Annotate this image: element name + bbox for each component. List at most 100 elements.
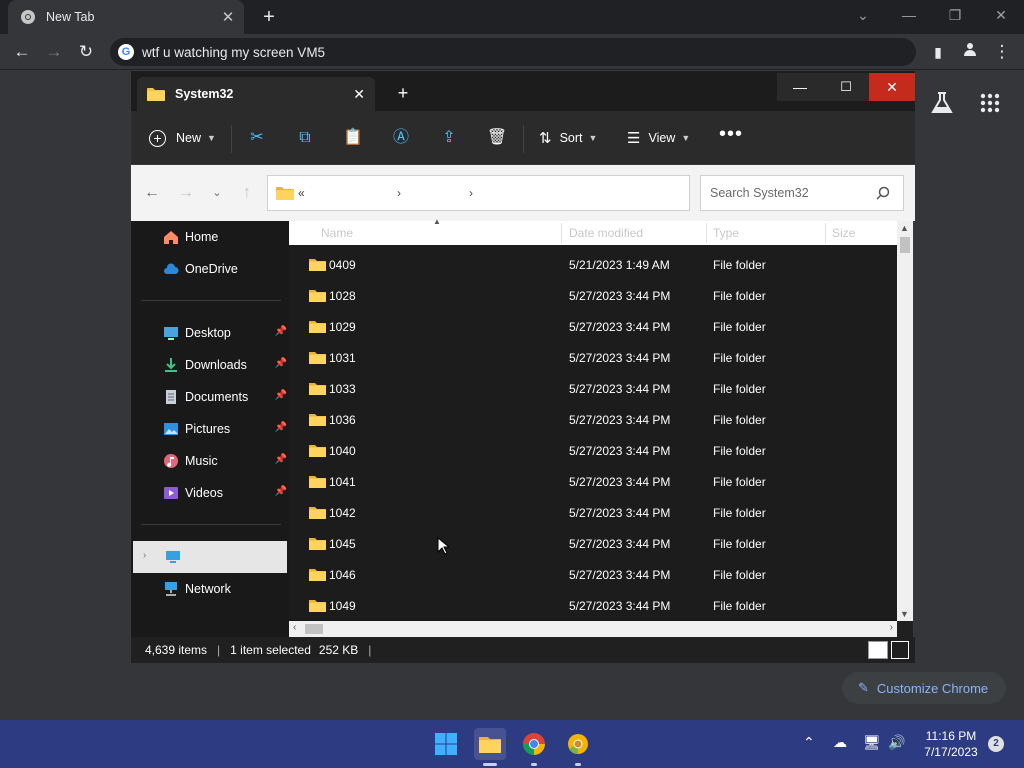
breadcrumb-separator-icon[interactable]: › (397, 186, 401, 200)
breadcrumb-separator-icon[interactable]: › (469, 186, 473, 200)
table-row[interactable]: 1033 5/27/2023 3:44 PM File folder (289, 373, 897, 404)
column-divider[interactable] (561, 223, 562, 243)
nav-item-pictures[interactable]: Pictures 📌 (163, 417, 287, 441)
tab-search-chevron-icon[interactable]: ⌄ (840, 0, 886, 30)
scroll-left-icon[interactable]: ‹ (293, 622, 296, 633)
scroll-thumb[interactable] (305, 624, 323, 634)
pin-icon[interactable]: 📌 (275, 486, 287, 497)
address-bar[interactable]: « › › (267, 175, 690, 211)
table-row[interactable]: 1049 5/27/2023 3:44 PM File folder (289, 590, 897, 619)
details-view-icon[interactable] (868, 641, 888, 659)
rename-icon[interactable]: Ⓐ (390, 127, 412, 149)
notification-badge[interactable]: 2 (988, 736, 1004, 752)
pin-icon[interactable]: 📌 (275, 326, 287, 337)
copy-icon[interactable]: ⧉ (294, 127, 316, 149)
start-button[interactable] (430, 728, 462, 760)
profile-icon[interactable] (958, 40, 982, 64)
chrome-tab-new-tab[interactable]: New Tab ✕ (8, 0, 244, 34)
recent-locations-chevron-icon[interactable]: ⌄ (207, 183, 227, 203)
column-divider[interactable] (825, 223, 826, 243)
explorer-minimize-button[interactable]: — (777, 73, 823, 101)
volume-icon[interactable]: 🔊 (888, 734, 905, 751)
nav-item-this-pc[interactable] (133, 541, 287, 573)
nav-item-home[interactable]: Home (163, 225, 287, 249)
file-date: 5/27/2023 3:44 PM (569, 351, 671, 365)
reload-button[interactable]: ↻ (74, 40, 98, 64)
scroll-right-icon[interactable]: › (890, 622, 893, 633)
view-button[interactable]: ☰ View ▼ (627, 125, 690, 151)
delete-icon[interactable]: 🗑 (486, 127, 508, 149)
scroll-down-icon[interactable]: ▼ (900, 609, 909, 619)
forward-arrow-icon[interactable]: → (176, 183, 196, 203)
back-button[interactable]: ← (10, 40, 34, 64)
nav-item-network[interactable]: Network (163, 577, 287, 601)
pin-icon[interactable]: 📌 (275, 422, 287, 433)
pin-icon[interactable]: 📌 (275, 390, 287, 401)
table-row[interactable]: 1041 5/27/2023 3:44 PM File folder (289, 466, 897, 497)
show-hidden-icons-chevron-icon[interactable]: ⌃ (803, 734, 815, 751)
table-row[interactable]: 1045 5/27/2023 3:44 PM File folder (289, 528, 897, 559)
close-icon[interactable]: ✕ (353, 86, 365, 103)
column-divider[interactable] (706, 223, 707, 243)
new-tab-button[interactable]: + (256, 4, 282, 30)
pin-icon[interactable]: 📌 (275, 454, 287, 465)
close-icon[interactable]: ✕ (218, 8, 238, 26)
table-row[interactable]: 1031 5/27/2023 3:44 PM File folder (289, 342, 897, 373)
sort-button[interactable]: ⇅ Sort ▼ (539, 125, 597, 151)
onedrive-tray-icon[interactable]: ☁ (833, 734, 847, 751)
back-arrow-icon[interactable]: ← (142, 183, 162, 203)
table-row[interactable]: 0409 5/21/2023 1:49 AM File folder (289, 249, 897, 280)
nav-divider (141, 300, 281, 301)
explorer-tab-system32[interactable]: System32 ✕ (137, 77, 375, 111)
table-row[interactable]: 1029 5/27/2023 3:44 PM File folder (289, 311, 897, 342)
more-options-icon[interactable]: ••• (719, 123, 743, 146)
close-window-button[interactable]: ✕ (978, 0, 1024, 30)
network-tray-icon[interactable]: 🖥 (863, 734, 881, 751)
omnibox[interactable]: G wtf u watching my screen VM5 (110, 38, 916, 66)
clock[interactable]: 11:16 PM 7/17/2023 (916, 728, 986, 760)
explorer-close-button[interactable]: ✕ (869, 73, 915, 101)
column-size[interactable]: Size (832, 226, 855, 240)
scroll-thumb[interactable] (900, 237, 910, 253)
forward-button[interactable]: → (42, 40, 66, 64)
google-apps-icon[interactable] (980, 93, 1000, 113)
column-type[interactable]: Type (713, 226, 739, 240)
nav-item-music[interactable]: Music 📌 (163, 449, 287, 473)
taskbar-file-explorer[interactable] (474, 728, 506, 766)
scroll-up-icon[interactable]: ▲ (900, 223, 909, 233)
search-input[interactable]: Search System32 (700, 175, 904, 211)
new-button[interactable]: + New ▼ (149, 125, 216, 151)
table-row[interactable]: 1036 5/27/2023 3:44 PM File folder (289, 404, 897, 435)
restore-button[interactable]: ❐ (932, 0, 978, 30)
pin-icon[interactable]: 📌 (275, 358, 287, 369)
paste-icon[interactable]: 📋 (342, 127, 364, 149)
column-name[interactable]: Name (321, 226, 353, 240)
minimize-button[interactable]: — (886, 0, 932, 30)
chrome-labs-icon[interactable] (929, 90, 955, 116)
explorer-maximize-button[interactable]: ☐ (823, 73, 869, 101)
large-icons-view-icon[interactable] (891, 641, 909, 659)
table-row[interactable]: 1042 5/27/2023 3:44 PM File folder (289, 497, 897, 528)
chevron-right-icon[interactable]: › (143, 550, 146, 561)
horizontal-scrollbar[interactable]: ‹ › (289, 621, 897, 637)
explorer-new-tab-button[interactable]: + (393, 83, 413, 104)
nav-item-downloads[interactable]: Downloads 📌 (163, 353, 287, 377)
nav-item-documents[interactable]: Documents 📌 (163, 385, 287, 409)
share-icon[interactable]: ⇪ (438, 127, 460, 149)
vertical-scrollbar[interactable]: ▲ ▼ (897, 221, 913, 621)
cut-icon[interactable]: ✂ (246, 127, 268, 149)
taskbar-chrome-canary[interactable] (562, 728, 594, 766)
nav-item-onedrive[interactable]: OneDrive (163, 257, 287, 281)
table-row[interactable]: 1040 5/27/2023 3:44 PM File folder (289, 435, 897, 466)
chrome-menu-icon[interactable]: ⋮ (990, 40, 1014, 64)
side-panel-icon[interactable]: ▮ (926, 40, 950, 64)
column-date-modified[interactable]: Date modified (569, 226, 643, 240)
up-arrow-icon[interactable]: ↑ (237, 183, 257, 203)
taskbar-chrome[interactable] (518, 728, 550, 766)
table-row[interactable]: 1028 5/27/2023 3:44 PM File folder (289, 280, 897, 311)
address-overflow-chevron[interactable]: « (298, 186, 305, 200)
table-row[interactable]: 1046 5/27/2023 3:44 PM File folder (289, 559, 897, 590)
customize-chrome-button[interactable]: ✎ Customize Chrome (842, 672, 1006, 704)
nav-item-desktop[interactable]: Desktop 📌 (163, 321, 287, 345)
nav-item-videos[interactable]: Videos 📌 (163, 481, 287, 505)
